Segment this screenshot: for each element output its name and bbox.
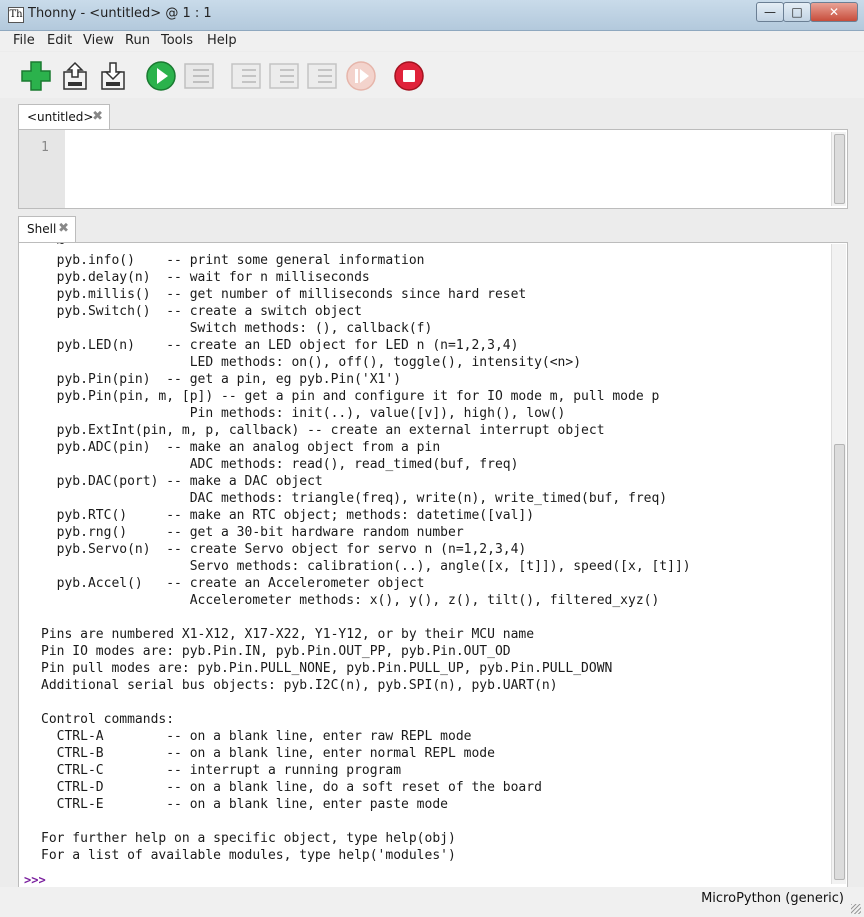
menu-view[interactable]: View (83, 33, 114, 48)
menu-help[interactable]: Help (207, 33, 237, 48)
title-bar: Th Thonny - <untitled> @ 1 : 1 — □ ✕ (0, 0, 864, 31)
resize-grip[interactable] (851, 904, 861, 914)
open-file-button[interactable] (60, 60, 92, 92)
minimize-button[interactable]: — (756, 2, 784, 22)
menu-edit[interactable]: Edit (47, 33, 72, 48)
interpreter-label[interactable]: MicroPython (generic) (701, 891, 844, 906)
run-button[interactable] (145, 60, 177, 92)
tab-label: Shell (27, 222, 57, 236)
window-title: Thonny - <untitled> @ 1 : 1 (28, 6, 212, 21)
toolbar (0, 52, 864, 98)
tab-label: <untitled> (27, 110, 94, 124)
shell-scrollbar-thumb[interactable] (834, 444, 845, 880)
save-icon (101, 62, 125, 90)
step-out-button[interactable] (306, 60, 338, 92)
maximize-button[interactable]: □ (783, 2, 811, 22)
shell-scrollbar[interactable] (831, 244, 846, 884)
status-bar: MicroPython (generic) (0, 887, 864, 917)
step-over-button[interactable] (230, 60, 262, 92)
green-play-icon (146, 61, 176, 91)
step-into-button[interactable] (268, 60, 300, 92)
open-folder-icon (63, 61, 87, 90)
resume-button[interactable] (345, 60, 377, 92)
shell-output: ~ pyb.info() -- print some general infor… (41, 242, 691, 863)
shell-prompt[interactable]: >>> (24, 873, 46, 887)
close-tab-icon[interactable]: ✖ (58, 217, 69, 241)
step-out-icon (307, 63, 337, 89)
stop-button[interactable] (393, 60, 425, 92)
editor-scrollbar-thumb[interactable] (834, 134, 845, 204)
menu-bar: File Edit View Run Tools Help (0, 31, 864, 51)
line-number: 1 (41, 140, 49, 155)
green-plus-icon (21, 61, 51, 91)
tab-shell[interactable]: Shell ✖ (18, 216, 76, 243)
debug-button[interactable] (183, 60, 215, 92)
save-file-button[interactable] (98, 60, 130, 92)
line-number-gutter: 1 (19, 130, 65, 208)
red-stop-icon (394, 61, 424, 91)
step-into-icon (269, 63, 299, 89)
resume-icon (346, 61, 376, 91)
menu-run[interactable]: Run (125, 33, 150, 48)
menu-tools[interactable]: Tools (161, 33, 193, 48)
new-file-button[interactable] (20, 60, 52, 92)
thonny-app-icon: Th (8, 7, 24, 23)
editor-scrollbar[interactable] (831, 132, 846, 206)
debug-icon (184, 63, 214, 89)
tab-untitled[interactable]: <untitled> ✖ (18, 104, 110, 130)
close-tab-icon[interactable]: ✖ (92, 105, 103, 129)
menu-file[interactable]: File (13, 33, 35, 48)
code-editor[interactable]: 1 (18, 129, 848, 209)
shell-panel[interactable]: ~ pyb.info() -- print some general infor… (18, 242, 848, 888)
step-over-icon (231, 63, 261, 89)
close-window-button[interactable]: ✕ (810, 2, 858, 22)
